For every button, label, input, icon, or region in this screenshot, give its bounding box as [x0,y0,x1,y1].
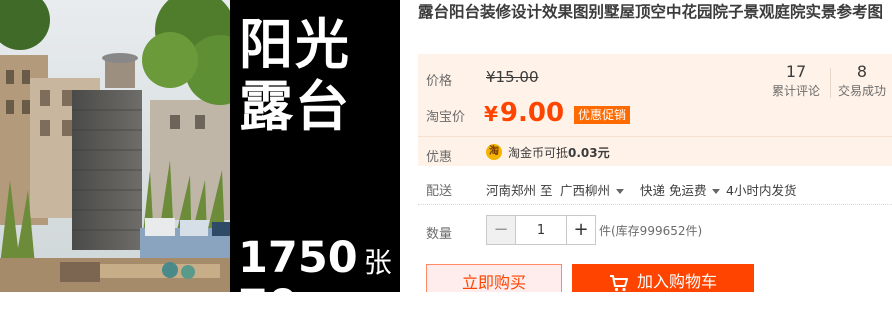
image-count-unit: 张 [363,246,392,279]
stat-transactions[interactable]: 8 交易成功 [832,62,892,100]
image-count-secondary: 70+ [238,282,334,292]
coin-discount-text: 淘金币可抵0.03元 [508,144,610,161]
ship-to-value: 广西柳州 [560,183,611,198]
stock-info: 件(库存999652件) [599,224,703,238]
terrace-photo [0,0,230,292]
cart-icon [609,274,628,291]
decrease-button[interactable]: − [487,216,516,244]
stat-divider [830,68,831,98]
coin-discount-prefix: 淘金币可抵 [508,146,569,160]
image-headline: 阳光 露台 [239,14,399,138]
image-count-number: 1750 [238,233,358,283]
transaction-caption: 交易成功 [837,84,886,98]
original-price: ¥15.00 [486,68,539,86]
quantity-input[interactable] [516,216,566,244]
promo-divider [418,136,892,137]
increase-button[interactable]: + [566,216,595,244]
quantity-label: 数量 [426,227,453,242]
price-label: 价格 [426,74,453,89]
product-main-image[interactable]: 阳光 露台 1750张 70+ [0,0,400,292]
review-caption: 累计评论 [771,84,820,98]
image-count: 1750 张 [238,234,392,287]
shipping-row: 配送 河南郑州 至 广西柳州 快递 免运费 4小时内发货 [418,174,892,204]
chevron-down-icon [616,189,625,194]
ship-method-select[interactable]: 快递 免运费 [640,180,721,199]
section-divider [418,204,892,205]
quantity-stepper: − + [486,215,596,245]
currency-symbol: ¥ [484,102,498,126]
sale-price: ¥9.00 [484,98,564,129]
stat-reviews[interactable]: 17 累计评论 [766,62,826,100]
image-headline-line1: 阳光 [239,13,351,76]
ship-from: 河南郑州 至 [486,183,553,198]
add-to-cart-label: 加入购物车 [636,272,717,291]
tao-coin-icon: 淘 [486,144,502,160]
promo-badge[interactable]: 优惠促销 [574,106,631,124]
promo-label: 优惠 [426,150,453,165]
shipping-label: 配送 [426,184,453,199]
product-title: 露台阳台装修设计效果图别墅屋顶空中花园院子景观庭院实景参考图 [418,3,884,21]
sale-price-value: 9.00 [499,98,565,128]
ship-method-value: 快递 免运费 [640,183,707,198]
coin-discount-amount: 0.03元 [568,146,610,160]
image-headline-line2: 露台 [239,75,351,138]
price-panel: 价格 ¥15.00 17 累计评论 8 交易成功 淘宝价 ¥9.00 优惠促销 … [418,54,892,166]
buy-now-label: 立即购买 [461,273,526,292]
review-count: 17 [785,62,807,81]
viewport-edge [0,292,892,315]
sale-price-label: 淘宝价 [426,110,466,125]
transaction-count: 8 [856,62,868,81]
chevron-down-icon [712,189,721,194]
ship-to-select[interactable]: 广西柳州 [560,180,625,199]
dispatch-time: 4小时内发货 [726,183,797,198]
